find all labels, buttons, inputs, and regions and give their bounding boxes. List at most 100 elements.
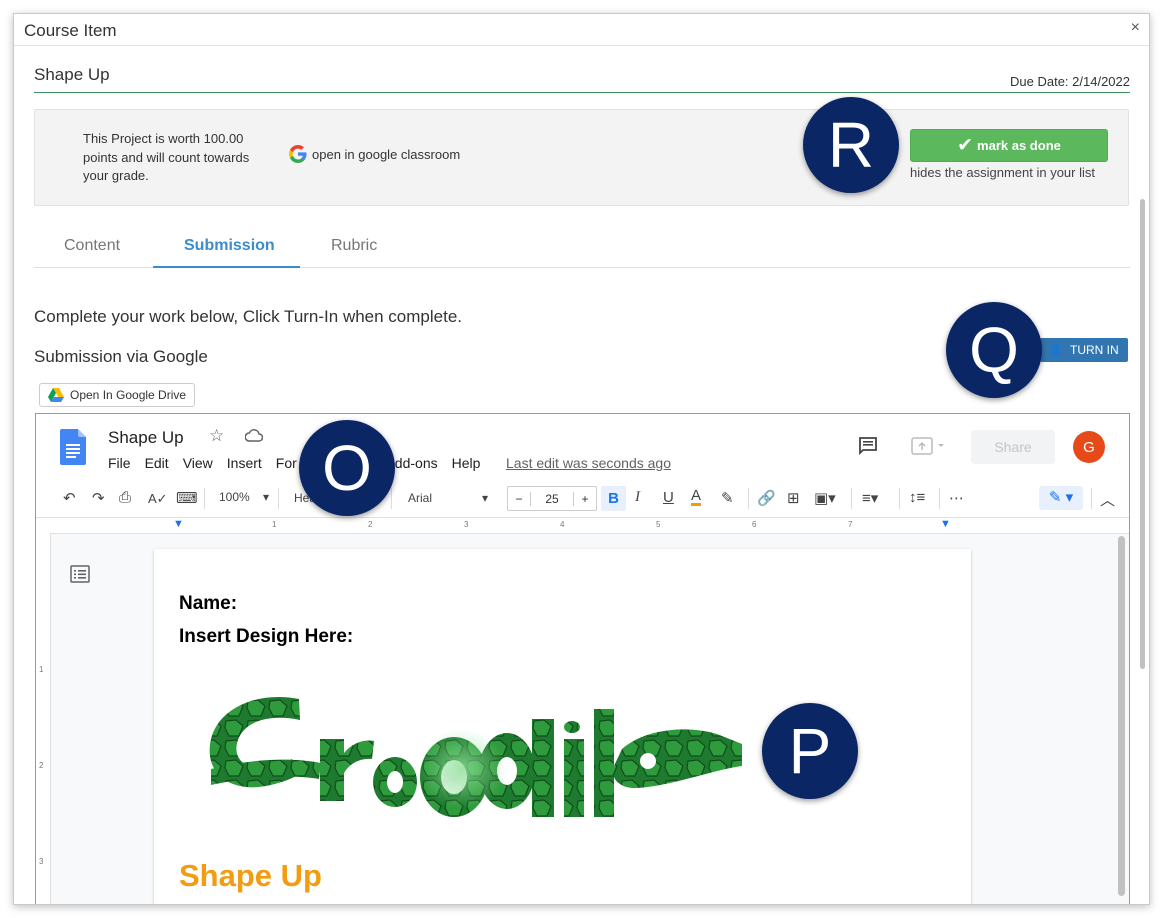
paint-format-icon[interactable]: ⌨ [176,489,198,507]
undo-icon[interactable]: ↶ [63,489,76,507]
name-line[interactable]: Name: [179,593,237,615]
toolbar-divider [278,488,279,509]
close-icon[interactable]: × [1131,19,1140,37]
insert-design-line[interactable]: Insert Design Here: [179,626,353,648]
increase-size-icon[interactable]: + [573,491,596,506]
left-indent-marker[interactable]: ▼ [173,518,184,530]
ruler-mark: 1 [272,520,277,529]
right-indent-marker[interactable]: ▼ [940,518,951,530]
document-outline-icon[interactable] [70,565,90,583]
google-link-label: open in google classroom [312,146,461,162]
toolbar-divider [851,488,852,509]
modal-scrollbar[interactable] [1140,199,1145,669]
due-date: Due Date: 2/14/2022 [1010,74,1130,89]
menu-help[interactable]: Help [452,455,481,471]
callout-marker-p: P [762,703,858,799]
title-divider [34,92,1130,93]
collapse-icon[interactable]: ︿ [1100,489,1115,510]
ruler-mark: 3 [464,520,469,529]
callout-marker-r: R [803,97,899,193]
tab-rubric[interactable]: Rubric [331,237,377,255]
toolbar-divider [391,488,392,509]
spellcheck-icon[interactable]: A✓ [148,491,168,507]
menu-insert[interactable]: Insert [227,455,262,471]
font-size-value[interactable]: 25 [531,492,573,506]
points-worth-text: This Project is worth 100.00 points and … [83,131,250,183]
tab-bar: Content Submission Rubric [34,234,1130,268]
menu-addons[interactable]: dd-ons [395,455,438,471]
google-drive-icon [48,388,64,402]
open-in-drive-label: Open In Google Drive [70,388,187,402]
zoom-value: 100% [219,490,250,504]
menu-edit[interactable]: Edit [145,455,169,471]
crocodile-word-art[interactable] [202,679,742,829]
person-icon: 👤 [1049,344,1064,357]
horizontal-ruler: ▼ 1 2 3 4 5 6 7 ▼ [36,518,1129,534]
cloud-saved-icon[interactable] [245,429,263,442]
text-color-icon[interactable]: A [691,488,702,506]
ruler-mark: 6 [752,520,757,529]
underline-icon[interactable]: U [663,489,674,506]
mark-as-done-button[interactable]: ✔ mark as done [910,129,1108,162]
menu-format[interactable]: For [276,455,297,471]
align-icon[interactable]: ≡▾ [862,489,878,507]
font-select[interactable]: Arial ▾ [408,491,488,505]
shape-up-heading[interactable]: Shape Up [179,858,322,894]
modal-header: Course Item × [14,14,1149,46]
tab-submission[interactable]: Submission [184,237,275,255]
google-docs-icon[interactable] [60,429,86,465]
ruler-mark: 4 [560,520,565,529]
doc-scrollbar[interactable] [1118,536,1125,896]
item-title: Shape Up [34,65,110,84]
link-icon[interactable]: 🔗 [757,489,776,507]
submission-via-heading: Submission via Google [34,347,208,366]
menu-view[interactable]: View [183,455,213,471]
callout-marker-o: O [299,420,395,516]
vruler-mark: 2 [39,761,44,770]
present-icon[interactable] [911,437,947,455]
italic-icon[interactable]: I [635,489,640,506]
course-item-modal: Course Item × Shape Up Due Date: 2/14/20… [13,13,1150,905]
google-g-icon [289,145,307,163]
font-size-stepper[interactable]: − 25 + [507,486,597,511]
check-icon: ✔ [957,135,974,156]
turn-in-label: TURN IN [1070,343,1119,357]
redo-icon[interactable]: ↷ [92,489,105,507]
zoom-select[interactable]: 100% ▾ [219,490,269,504]
open-in-drive-button[interactable]: Open In Google Drive [39,383,195,407]
last-edit-link[interactable]: Last edit was seconds ago [506,455,671,471]
doc-toolbar: ↶ ↷ ⎙ A✓ ⌨ 100% ▾ Hea Arial ▾ − 25 + B I … [36,480,1129,518]
vruler-mark: 3 [39,857,44,866]
ruler-mark: 5 [656,520,661,529]
more-icon[interactable]: ⋯ [949,489,964,507]
add-comment-icon[interactable]: ⊞ [787,489,800,507]
active-tab-indicator [153,266,300,268]
done-hint: hides the assignment in your list [910,165,1095,180]
turn-in-button[interactable]: 👤 TURN IN [1040,338,1128,362]
toolbar-divider [1091,488,1092,509]
font-value: Arial [408,491,433,505]
line-spacing-icon[interactable]: ↕≡ [909,489,925,506]
google-classroom-link[interactable]: open in google classroom [288,144,460,164]
toolbar-divider [939,488,940,509]
editing-mode-icon[interactable]: ✎ ▾ [1039,486,1083,510]
doc-name[interactable]: Shape Up [108,428,184,448]
toolbar-divider [899,488,900,509]
insert-image-icon[interactable]: ▣▾ [814,489,836,507]
callout-marker-q: Q [946,302,1042,398]
star-icon[interactable]: ☆ [209,426,224,446]
tab-content[interactable]: Content [64,237,120,255]
ruler-mark: 2 [368,520,373,529]
toolbar-divider [748,488,749,509]
decrease-size-icon[interactable]: − [508,491,531,506]
menu-file[interactable]: File [108,455,131,471]
modal-title: Course Item [24,21,117,40]
highlight-icon[interactable]: ✎ [721,489,734,507]
google-doc-embed: Shape Up ☆ File Edit View Insert For dd-… [35,413,1130,904]
avatar[interactable]: G [1073,431,1105,463]
comment-icon[interactable] [858,436,878,456]
bold-icon[interactable]: B [601,486,626,511]
print-icon[interactable]: ⎙ [119,489,131,506]
submission-instructions: Complete your work below, Click Turn-In … [34,307,463,326]
share-button[interactable]: Share [971,430,1055,464]
